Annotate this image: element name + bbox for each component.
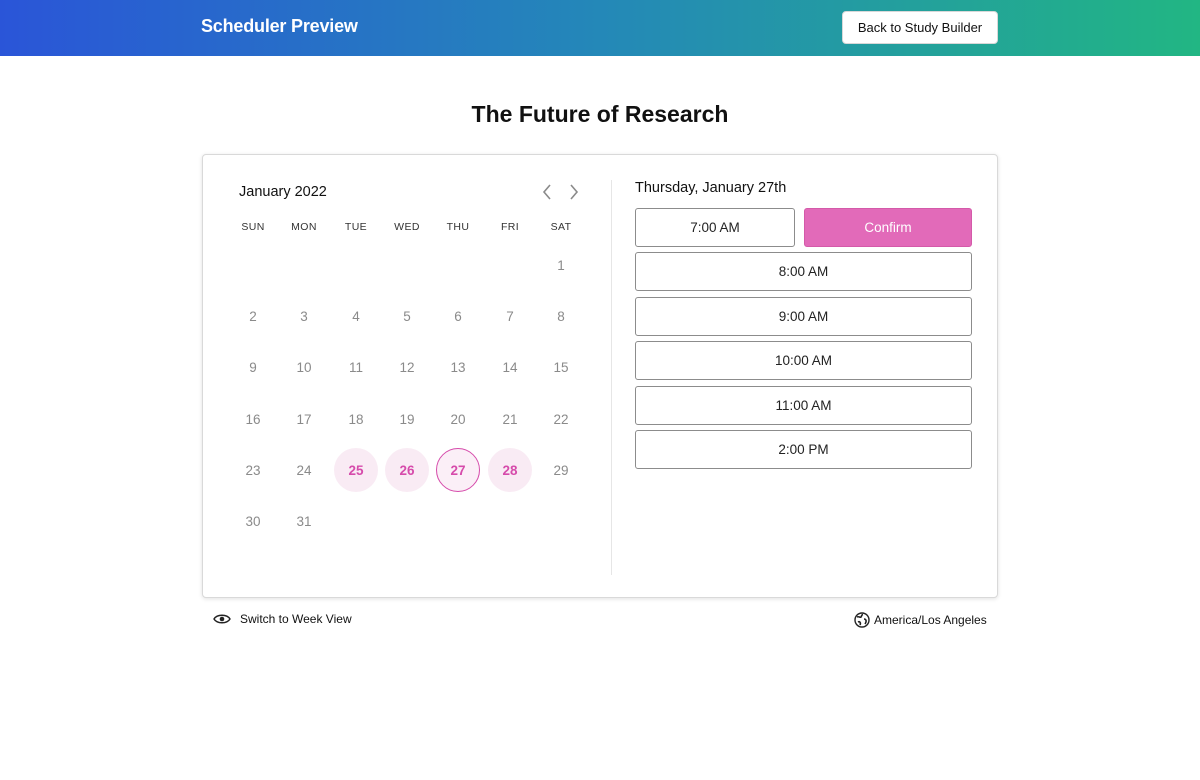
page-title: The Future of Research (471, 101, 729, 127)
calendar-day: 30 (245, 513, 261, 529)
weekday-fri: FRI (500, 221, 520, 233)
calendar-day: 10 (296, 359, 312, 375)
calendar-day: 29 (553, 462, 569, 478)
next-month-button[interactable] (563, 180, 585, 204)
calendar-day: 21 (502, 411, 518, 427)
time-slot[interactable]: 8:00 AM (635, 252, 972, 291)
weekday-tue: TUE (344, 221, 368, 233)
weekday-sat: SAT (550, 221, 572, 233)
calendar-day-selected[interactable]: 27 (436, 448, 480, 492)
calendar-day: 24 (296, 462, 312, 478)
timezone-label: America/Los Angeles (874, 613, 987, 627)
calendar-day: 9 (249, 359, 257, 375)
calendar-day: 22 (553, 411, 569, 427)
calendar-day: 31 (296, 513, 312, 529)
weekday-thu: THU (446, 221, 470, 233)
calendar-day: 16 (245, 411, 261, 427)
confirm-button[interactable]: Confirm (804, 208, 972, 247)
calendar-day: 13 (450, 359, 466, 375)
month-label: January 2022 (239, 184, 327, 200)
calendar-day: 18 (348, 411, 364, 427)
app-title: Scheduler Preview (201, 16, 358, 36)
weekday-sun: SUN (241, 221, 265, 233)
calendar-day: 8 (557, 308, 565, 324)
time-slot-selected[interactable]: 7:00 AM (635, 208, 795, 247)
calendar-day: 2 (249, 308, 257, 324)
globe-icon (854, 612, 870, 628)
calendar-day-available[interactable]: 28 (488, 448, 532, 492)
timezone-selector[interactable]: America/Los Angeles (854, 612, 987, 628)
previous-month-button[interactable] (536, 180, 558, 204)
time-slot[interactable]: 11:00 AM (635, 386, 972, 425)
calendar-day: 7 (506, 308, 514, 324)
calendar-day-available[interactable]: 26 (385, 448, 429, 492)
calendar-day: 6 (454, 308, 462, 324)
time-slot[interactable]: 10:00 AM (635, 341, 972, 380)
week-view-label: Switch to Week View (240, 612, 352, 626)
eye-icon (213, 614, 231, 624)
calendar-day: 12 (399, 359, 415, 375)
calendar-day: 3 (300, 308, 308, 324)
calendar-day: 1 (557, 257, 565, 273)
panel-divider (611, 180, 612, 575)
chevron-right-icon (570, 184, 579, 200)
calendar-day-available[interactable]: 25 (334, 448, 378, 492)
calendar-day: 17 (296, 411, 312, 427)
back-to-study-builder-button[interactable]: Back to Study Builder (842, 11, 998, 44)
time-slot[interactable]: 9:00 AM (635, 297, 972, 336)
switch-to-week-view-link[interactable]: Switch to Week View (213, 612, 352, 626)
calendar-day: 11 (348, 359, 363, 375)
weekday-mon: MON (291, 221, 317, 233)
selected-date-label: Thursday, January 27th (635, 180, 787, 196)
calendar-day: 14 (502, 359, 518, 375)
calendar-day: 4 (352, 308, 360, 324)
scheduler-card: January 2022 SUN MON TUE WED THU FRI SAT… (202, 154, 998, 598)
calendar-day: 19 (399, 411, 415, 427)
top-bar: Scheduler Preview Back to Study Builder (0, 0, 1200, 56)
calendar-day: 20 (450, 411, 466, 427)
calendar-day: 23 (245, 462, 261, 478)
calendar-day: 15 (553, 359, 569, 375)
weekday-wed: WED (394, 221, 420, 233)
chevron-left-icon (542, 184, 551, 200)
calendar-day: 5 (403, 308, 411, 324)
time-slot[interactable]: 2:00 PM (635, 430, 972, 469)
